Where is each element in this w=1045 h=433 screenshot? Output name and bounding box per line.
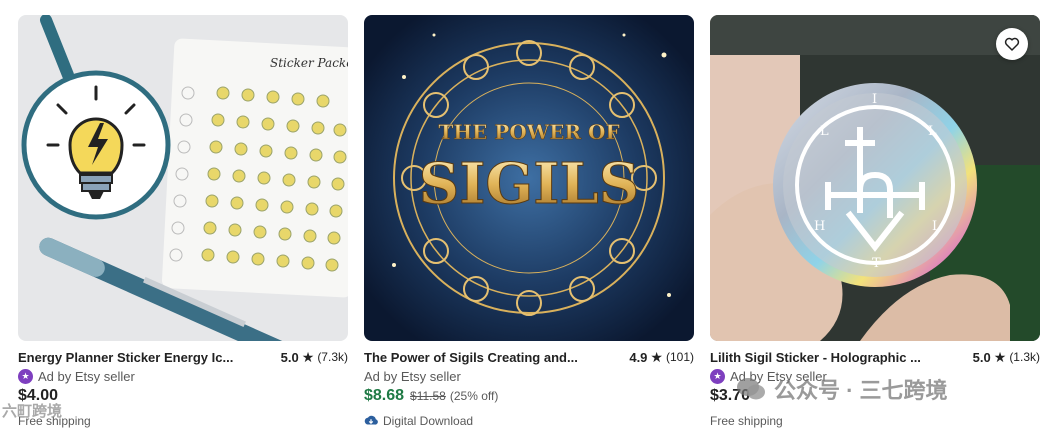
sigil-letter: T — [872, 256, 881, 271]
listing-title-row: Energy Planner Sticker Energy Ic... 5.0 … — [18, 347, 348, 367]
star-seller-icon: ★ — [710, 368, 725, 384]
rating-score: 5.0 — [972, 349, 991, 365]
rating-score: 4.9 — [629, 349, 648, 365]
star-icon: ★ — [301, 348, 315, 365]
price-row: $8.68 $11.58 (25% off) — [364, 387, 498, 411]
sigil-letter: L — [928, 124, 937, 139]
ad-label[interactable]: Ad by Etsy seller — [38, 369, 135, 384]
shipping-label: Free shipping — [710, 414, 783, 428]
listing-sale-price: $8.68 — [364, 387, 405, 404]
sigil-letter: I — [932, 219, 937, 234]
watermark-left: 六町跨境 — [2, 403, 63, 420]
listing-discount: (25% off) — [449, 389, 499, 403]
rating-score: 5.0 — [280, 349, 299, 365]
review-count: (1.3k) — [1009, 350, 1040, 364]
listing-title[interactable]: The Power of Sigils Creating and... — [364, 350, 629, 365]
delivery-label: Digital Download — [383, 414, 474, 428]
sigil-letter: H — [814, 219, 825, 234]
ad-label-row: Ad by Etsy seller — [364, 367, 461, 385]
listing-rating: 5.0 ★ (7.3k) — [281, 349, 348, 366]
watermark-text: 公众号 · 三七跨境 — [774, 378, 948, 403]
shipping-row: Free shipping — [710, 413, 783, 429]
book-cover-title-line2: SIGILS — [419, 151, 639, 217]
listing-image[interactable]: L I L I T H — [710, 15, 1040, 341]
heart-icon — [1004, 37, 1020, 51]
listing-rating: 5.0 ★ (1.3k) — [973, 349, 1040, 366]
star-icon: ★ — [993, 348, 1007, 365]
sticker-sheet-text: Sticker Packed — [270, 56, 348, 70]
review-count: (101) — [665, 350, 694, 364]
sigil-letter: I — [872, 92, 877, 107]
listing-title[interactable]: Energy Planner Sticker Energy Ic... — [18, 350, 281, 365]
listing-title[interactable]: Lilith Sigil Sticker - Holographic ... — [710, 350, 973, 365]
listing-rating: 4.9 ★ (101) — [629, 349, 694, 366]
favorite-button[interactable] — [996, 28, 1028, 60]
download-icon — [364, 415, 378, 425]
listing-card[interactable]: L I L I T H Lilith Sigil Sticker - Holog… — [710, 15, 1040, 433]
ad-label-row: ★ Ad by Etsy seller — [18, 367, 135, 385]
listing-grid: Sticker Packed — [18, 15, 1040, 433]
review-count: (7.3k) — [317, 350, 348, 364]
ad-label[interactable]: Ad by Etsy seller — [364, 369, 461, 384]
listing-original-price: $11.58 — [410, 389, 446, 403]
delivery-row: Digital Download — [364, 413, 473, 429]
listing-card[interactable]: THE POWER OF SIGILS The Power of Sigils … — [364, 15, 694, 433]
watermark: 公众号 · 三七跨境 — [736, 372, 948, 406]
wechat-logo-icon — [737, 378, 765, 400]
listing-title-row: Lilith Sigil Sticker - Holographic ... 5… — [710, 347, 1040, 367]
sigil-letter: L — [820, 124, 829, 139]
listing-title-row: The Power of Sigils Creating and... 4.9 … — [364, 347, 694, 367]
star-seller-icon: ★ — [18, 368, 33, 384]
listing-image[interactable]: THE POWER OF SIGILS — [364, 15, 694, 341]
listing-card[interactable]: Sticker Packed — [18, 15, 348, 433]
listing-image[interactable]: Sticker Packed — [18, 15, 348, 341]
star-icon: ★ — [650, 348, 663, 365]
book-cover-title-line1: THE POWER OF — [438, 120, 619, 144]
